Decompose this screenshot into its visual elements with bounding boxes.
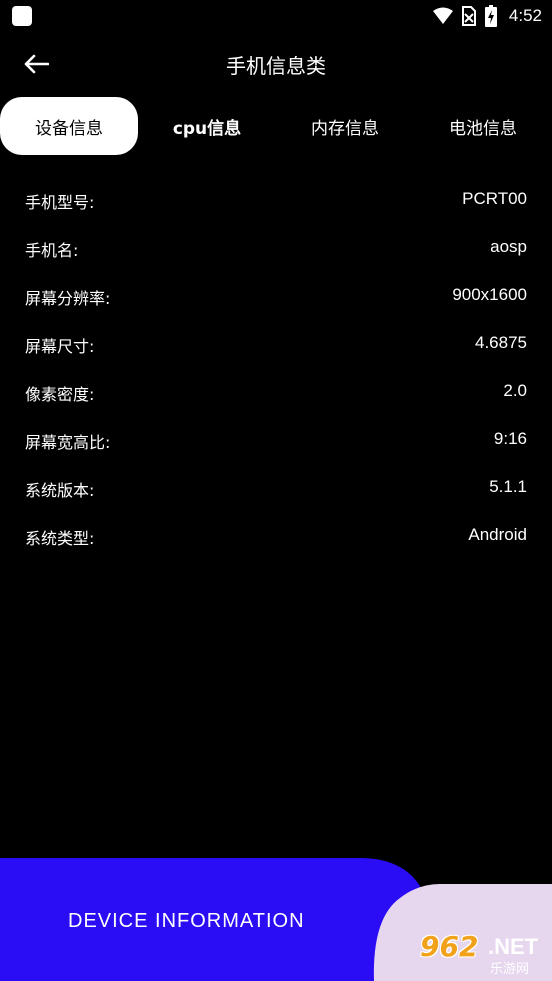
info-label: 屏幕尺寸: [25,337,95,356]
info-row-resolution: 屏幕分辨率: 900x1600 [25,272,527,320]
tab-memory-info[interactable]: 内存信息 [276,97,414,155]
tab-cpu-info[interactable]: cpu信息 [138,97,276,155]
info-label: 像素密度: [25,385,95,404]
info-label: 系统版本: [25,481,95,500]
info-value: Android [468,525,527,544]
app-notification-icon [12,6,32,26]
info-row-os-version: 系统版本: 5.1.1 [25,464,527,512]
info-row-model: 手机型号: PCRT00 [25,176,527,224]
watermark-number: 962 [420,930,479,963]
battery-charging-icon [484,5,497,27]
info-row-screen-size: 屏幕尺寸: 4.6875 [25,320,527,368]
watermark-suffix: .NET [488,934,539,959]
info-label: 系统类型: [25,529,95,548]
page-title: 手机信息类 [226,54,326,78]
info-value: 4.6875 [475,333,527,352]
no-sim-icon [461,6,476,26]
info-label: 屏幕宽高比: [25,433,111,452]
info-label: 屏幕分辨率: [25,289,111,308]
info-value: 9:16 [493,429,527,448]
info-value: PCRT00 [462,189,527,208]
info-value: 900x1600 [452,285,527,304]
wifi-icon [432,7,453,24]
info-value: aosp [490,237,527,256]
info-value: 5.1.1 [489,477,527,496]
info-row-name: 手机名: aosp [25,224,527,272]
tab-device-info[interactable]: 设备信息 [0,97,138,155]
footer-banner-text: DEVICE INFORMATION [68,910,305,932]
info-value: 2.0 [503,381,527,400]
device-info-list: 手机型号: PCRT00 手机名: aosp 屏幕分辨率: 900x1600 屏… [25,176,527,560]
tab-bar: 设备信息 cpu信息 内存信息 电池信息 [0,97,552,157]
info-row-aspect-ratio: 屏幕宽高比: 9:16 [25,416,527,464]
info-row-os-type: 系统类型: Android [25,512,527,560]
info-label: 手机名: [25,241,79,260]
status-icons: 4:52 [432,4,542,28]
info-row-density: 像素密度: 2.0 [25,368,527,416]
tab-battery-info[interactable]: 电池信息 [414,97,552,155]
status-bar: 4:52 [0,0,552,32]
info-label: 手机型号: [25,193,95,212]
watermark-sub: 乐游网 [490,962,530,977]
watermark-logo: 962 .NET 乐游网 [412,930,548,977]
status-time: 4:52 [508,6,542,25]
app-header: 手机信息类 [0,40,552,88]
